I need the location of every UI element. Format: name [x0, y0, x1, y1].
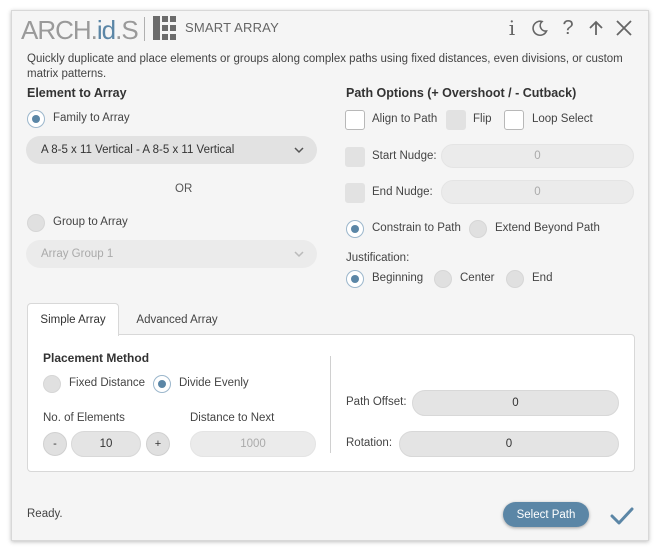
start-nudge-checkbox[interactable] — [345, 147, 365, 167]
or-separator: OR — [175, 183, 193, 195]
divide-evenly-radio[interactable] — [153, 375, 171, 393]
help-icon[interactable]: ? — [557, 17, 579, 39]
element-to-array-title: Element to Array — [27, 86, 127, 100]
group-to-array-label: Group to Array — [53, 216, 128, 228]
path-offset-input[interactable]: 0 — [412, 390, 619, 416]
start-nudge-input[interactable]: 0 — [441, 144, 634, 168]
family-select-value: A 8-5 x 11 Vertical - A 8-5 x 11 Vertica… — [41, 144, 235, 156]
rotation-label: Rotation: — [346, 437, 393, 449]
constrain-to-path-label: Constrain to Path — [372, 222, 461, 234]
path-offset-label: Path Offset: — [346, 396, 407, 408]
path-options-title: Path Options (+ Overshoot / - Cutback) — [346, 86, 577, 100]
placement-method-title: Placement Method — [43, 351, 150, 365]
theme-moon-icon[interactable] — [529, 17, 551, 39]
rotation-input[interactable]: 0 — [399, 431, 619, 457]
group-select-value: Array Group 1 — [41, 248, 114, 260]
tab-advanced-array[interactable]: Advanced Array — [127, 304, 227, 336]
end-nudge-label: End Nudge: — [372, 186, 433, 198]
loop-select-label: Loop Select — [532, 113, 593, 125]
title-bar: ARCH.id.S SMART ARRAY i ? — [12, 11, 648, 47]
distance-to-next-label: Distance to Next — [190, 412, 275, 424]
chevron-down-icon — [294, 251, 304, 258]
extend-beyond-path-label: Extend Beyond Path — [495, 222, 600, 234]
justify-end-label: End — [532, 272, 553, 284]
arrow-up-icon[interactable] — [585, 17, 607, 39]
close-icon[interactable] — [613, 17, 635, 39]
family-select[interactable]: A 8-5 x 11 Vertical - A 8-5 x 11 Vertica… — [26, 136, 317, 164]
num-elements-input[interactable]: 10 — [71, 431, 141, 457]
app-title: SMART ARRAY — [185, 20, 279, 35]
increment-button[interactable]: + — [146, 432, 170, 456]
group-to-array-radio[interactable] — [27, 214, 45, 232]
num-elements-label: No. of Elements — [43, 412, 125, 424]
family-to-array-label: Family to Array — [53, 112, 130, 124]
constrain-to-path-radio[interactable] — [346, 220, 364, 238]
distance-to-next-input[interactable]: 1000 — [190, 431, 316, 457]
fixed-distance-radio[interactable] — [43, 375, 61, 393]
archids-logo: ARCH.id.S — [21, 15, 139, 45]
flip-label: Flip — [473, 113, 492, 125]
select-path-button[interactable]: Select Path — [503, 502, 589, 527]
family-to-array-radio[interactable] — [27, 110, 45, 128]
tab-simple-array[interactable]: Simple Array — [27, 303, 119, 336]
group-select[interactable]: Array Group 1 — [26, 240, 317, 268]
divide-evenly-label: Divide Evenly — [179, 377, 249, 389]
justify-center-label: Center — [460, 272, 495, 284]
logo-divider — [144, 17, 145, 41]
end-nudge-input[interactable]: 0 — [441, 180, 634, 204]
status-text: Ready. — [27, 508, 63, 520]
end-nudge-checkbox[interactable] — [345, 183, 365, 203]
justify-beginning-label: Beginning — [372, 272, 424, 284]
info-icon[interactable]: i — [501, 16, 523, 40]
align-to-path-label: Align to Path — [372, 113, 438, 125]
smart-array-window: ARCH.id.S SMART ARRAY i ? Quickly duplic… — [11, 10, 649, 541]
checkmark-icon[interactable] — [609, 505, 635, 527]
panel-divider — [330, 356, 331, 453]
fixed-distance-label: Fixed Distance — [69, 377, 146, 389]
flip-checkbox[interactable] — [446, 110, 466, 130]
justify-beginning-radio[interactable] — [346, 270, 364, 288]
chevron-down-icon — [294, 147, 304, 154]
decrement-button[interactable]: - — [43, 432, 67, 456]
align-to-path-checkbox[interactable] — [345, 110, 365, 130]
extend-beyond-path-radio[interactable] — [469, 220, 487, 238]
loop-select-checkbox[interactable] — [504, 110, 524, 130]
justification-label: Justification: — [346, 252, 410, 264]
app-grid-icon — [153, 16, 176, 40]
start-nudge-label: Start Nudge: — [372, 150, 437, 162]
description-text: Quickly duplicate and place elements or … — [27, 53, 623, 80]
justify-center-radio[interactable] — [434, 270, 452, 288]
justify-end-radio[interactable] — [506, 270, 524, 288]
